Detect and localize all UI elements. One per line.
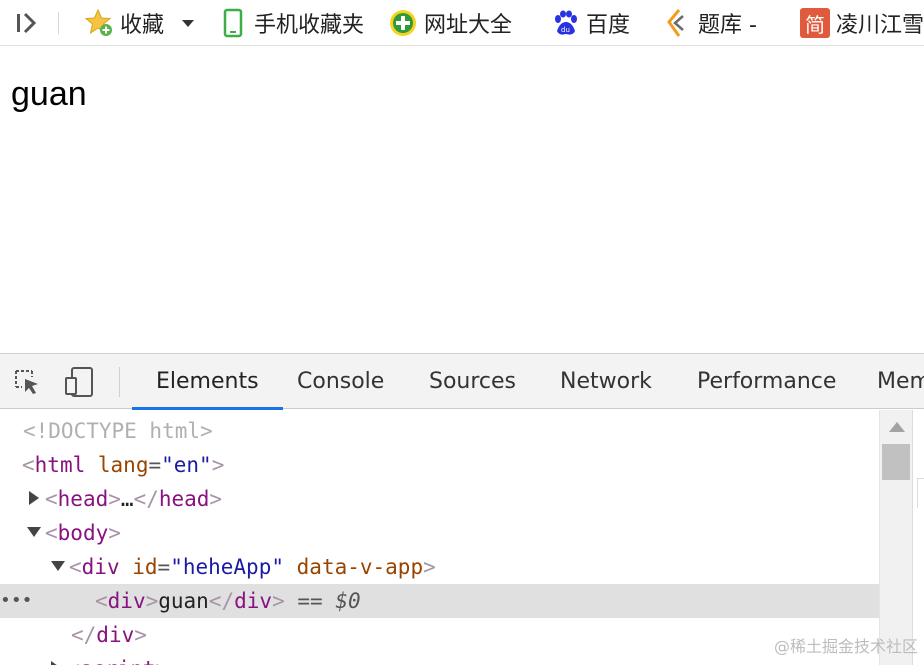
attr-value: "en" xyxy=(161,453,212,477)
toolbar-divider xyxy=(58,12,59,34)
tag-name: html xyxy=(34,453,86,477)
tab-sources[interactable]: Sources xyxy=(429,354,516,409)
tag-name: div xyxy=(107,589,146,613)
expand-arrow-icon[interactable] xyxy=(51,661,61,665)
jian-icon: 简 xyxy=(800,8,830,38)
svg-text:du: du xyxy=(561,26,570,34)
tag-name: head xyxy=(158,487,210,511)
side-panel-edge xyxy=(917,478,924,508)
star-plus-icon xyxy=(84,8,114,38)
dom-node-div-close[interactable]: </div> xyxy=(0,618,879,652)
tag-bracket: < xyxy=(22,453,35,477)
bookmark-label: 百度 xyxy=(586,13,631,38)
toolbar-divider xyxy=(119,367,120,397)
chevron-down-icon[interactable] xyxy=(182,19,195,27)
attr-name: id xyxy=(132,555,158,579)
selected-var: $0 xyxy=(335,589,361,613)
baidu-paw-icon: du xyxy=(550,8,580,38)
dom-tree-scrollbar[interactable] xyxy=(879,410,912,665)
tab-elements[interactable]: Elements xyxy=(132,354,282,410)
bookmark-mobile-favorites[interactable]: 手机收藏夹 xyxy=(218,6,364,40)
bookmark-label: 题库 - xyxy=(698,13,757,38)
scrollbar-thumb[interactable] xyxy=(882,444,910,480)
elements-dom-tree: <!DOCTYPE html> <html lang="en"> <head>…… xyxy=(0,410,879,665)
bookmark-baidu[interactable]: du 百度 xyxy=(550,6,630,40)
collapse-arrow-icon[interactable] xyxy=(27,527,41,537)
attr-name: data-v-app xyxy=(296,555,424,579)
tag-name: body xyxy=(57,521,109,545)
dom-node-div-app[interactable]: <div id="heheApp" data-v-app> xyxy=(0,550,879,584)
bookmark-label: 凌川江雪 xyxy=(836,13,924,38)
bookmark-tiku[interactable]: 题库 - xyxy=(662,6,757,40)
tab-console[interactable]: Console xyxy=(297,354,384,409)
bookmarks-bar: 收藏 手机收藏夹 网址大全 du 百度 题库 - 简 凌川江雪 xyxy=(0,0,924,46)
dom-node-script[interactable]: <script> xyxy=(0,652,879,665)
tag-name: div xyxy=(234,589,273,613)
bookmark-label: 收藏 xyxy=(120,13,165,38)
tab-network[interactable]: Network xyxy=(560,354,652,409)
device-toggle-icon[interactable] xyxy=(64,366,96,398)
bookmark-lingchuan[interactable]: 简 凌川江雪 xyxy=(800,6,924,40)
green-plus-icon xyxy=(388,8,418,38)
page-body-text: guan xyxy=(11,75,87,113)
dom-node-div-selected[interactable]: ••• <div>guan</div> == $0 xyxy=(0,584,879,618)
phone-icon xyxy=(218,8,248,38)
bookmark-url-directory[interactable]: 网址大全 xyxy=(388,6,512,40)
attr-value: "heheApp" xyxy=(170,555,284,579)
collapsed-ellipsis[interactable]: … xyxy=(121,487,134,511)
node-text: guan xyxy=(158,589,209,613)
dom-node-doctype[interactable]: <!DOCTYPE html> xyxy=(0,414,879,448)
tag-name: div xyxy=(81,555,120,579)
doctype-text: <!DOCTYPE html> xyxy=(23,419,213,443)
tag-name: div xyxy=(96,623,135,647)
jian-icon-glyph: 简 xyxy=(800,8,830,38)
bookmark-label: 网址大全 xyxy=(424,13,513,38)
sidebar-toggle-icon[interactable] xyxy=(14,10,42,36)
expand-arrow-icon[interactable] xyxy=(29,491,39,505)
devtools-panel: Elements Console Sources Network Perform… xyxy=(0,353,924,665)
bookmark-favorites[interactable]: 收藏 xyxy=(84,6,195,40)
page-viewport: guan xyxy=(0,47,924,353)
styles-side-panel xyxy=(912,410,924,665)
attr-name: lang xyxy=(97,453,149,477)
scroll-up-icon[interactable] xyxy=(889,422,905,432)
tab-performance[interactable]: Performance xyxy=(697,354,836,409)
selected-eq: == xyxy=(297,589,323,613)
inspect-element-icon[interactable] xyxy=(11,366,43,398)
bookmark-label: 手机收藏夹 xyxy=(254,13,365,38)
tag-name: script xyxy=(80,657,156,665)
collapse-arrow-icon[interactable] xyxy=(51,561,65,571)
dom-node-html[interactable]: <html lang="en"> xyxy=(0,448,879,482)
tiku-icon xyxy=(662,8,692,38)
devtools-toolbar: Elements Console Sources Network Perform… xyxy=(0,354,924,410)
dom-node-body[interactable]: <body> xyxy=(0,516,879,550)
more-options-icon[interactable]: ••• xyxy=(0,584,33,618)
dom-node-head[interactable]: <head>…</head> xyxy=(0,482,879,516)
tab-memory[interactable]: Mem xyxy=(877,354,924,409)
tag-name: head xyxy=(57,487,109,511)
watermark: @稀土掘金技术社区 xyxy=(773,637,918,656)
